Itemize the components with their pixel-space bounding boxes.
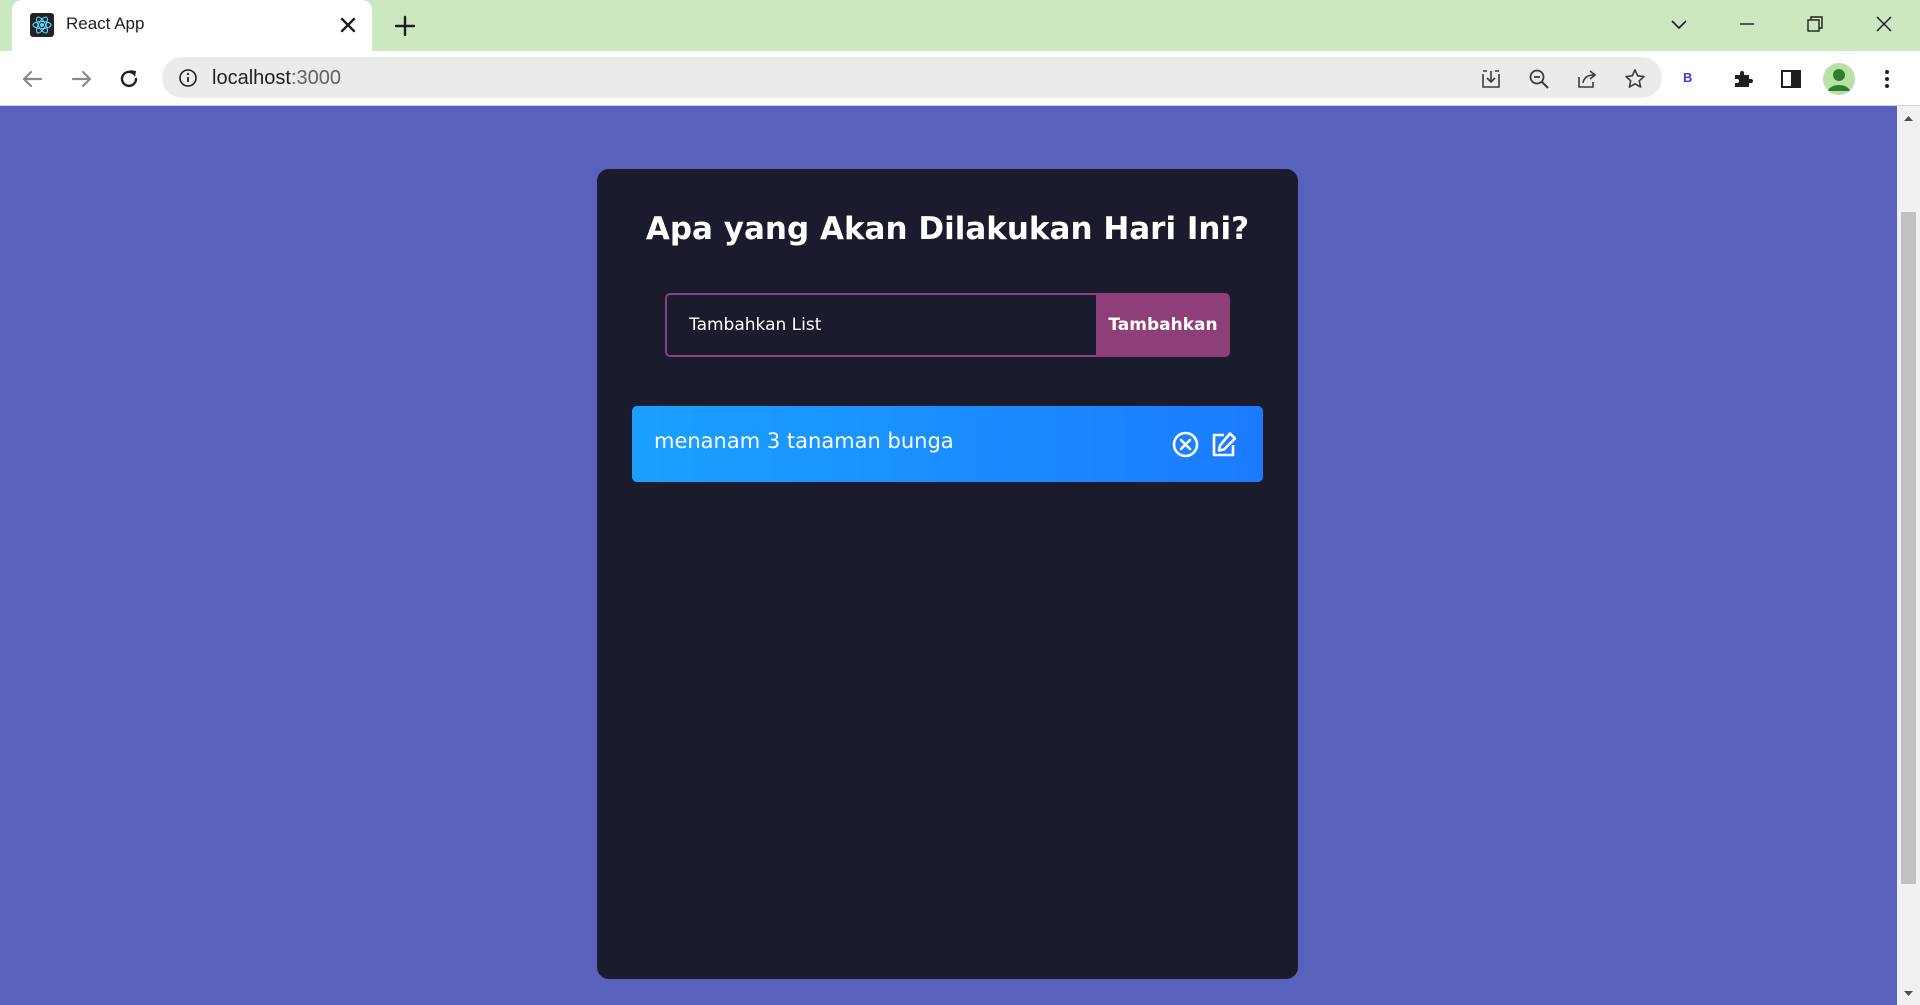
- back-arrow-icon[interactable]: [20, 66, 46, 92]
- url-port: :3000: [290, 67, 341, 89]
- close-tab-icon[interactable]: [338, 15, 358, 35]
- restore-icon[interactable]: [1803, 12, 1827, 36]
- todo-form: Tambahkan: [665, 293, 1230, 357]
- reload-icon[interactable]: [116, 66, 142, 92]
- todo-item: menanam 3 tanaman bunga: [632, 406, 1263, 482]
- minimize-icon[interactable]: [1735, 12, 1759, 36]
- side-panel-icon[interactable]: [1779, 67, 1803, 91]
- new-tab-icon[interactable]: [393, 14, 417, 38]
- forward-arrow-icon[interactable]: [68, 66, 94, 92]
- tab-title: React App: [66, 14, 145, 33]
- share-icon[interactable]: [1575, 67, 1599, 91]
- profile-avatar[interactable]: [1823, 63, 1855, 95]
- browser-toolbar: localhost:3000 B: [0, 51, 1920, 106]
- scroll-up-arrow-icon[interactable]: [1903, 113, 1914, 124]
- browser-tab[interactable]: React App: [12, 0, 372, 51]
- url-host: localhost: [212, 67, 291, 89]
- extension-b-icon[interactable]: B: [1683, 70, 1692, 85]
- edit-todo-icon[interactable]: [1209, 430, 1238, 459]
- todo-input[interactable]: [665, 293, 1096, 357]
- zoom-out-icon[interactable]: [1527, 67, 1551, 91]
- page-viewport: Apa yang Akan Dilakukan Hari Ini? Tambah…: [0, 106, 1897, 1005]
- browser-menu-icon[interactable]: [1875, 67, 1899, 91]
- url-text[interactable]: localhost:3000: [212, 67, 341, 90]
- extensions-puzzle-icon[interactable]: [1731, 67, 1755, 91]
- todo-app-card: Apa yang Akan Dilakukan Hari Ini? Tambah…: [597, 169, 1298, 979]
- bookmark-star-icon[interactable]: [1623, 67, 1647, 91]
- add-todo-button[interactable]: Tambahkan: [1096, 293, 1230, 357]
- page-scrollbar[interactable]: [1897, 106, 1920, 1005]
- page-title: Apa yang Akan Dilakukan Hari Ini?: [645, 211, 1250, 247]
- delete-todo-icon[interactable]: [1171, 430, 1200, 459]
- tab-search-chevron-icon[interactable]: [1667, 12, 1691, 36]
- browser-tab-bar: React App: [0, 0, 1920, 51]
- address-bar[interactable]: localhost:3000: [162, 57, 1662, 98]
- close-window-icon[interactable]: [1872, 12, 1896, 36]
- install-app-icon[interactable]: [1479, 67, 1503, 91]
- site-info-icon[interactable]: [178, 68, 198, 88]
- scroll-thumb[interactable]: [1901, 212, 1916, 884]
- profile-person-icon: [1828, 69, 1850, 91]
- todo-item-text: menanam 3 tanaman bunga: [654, 429, 954, 453]
- scroll-down-arrow-icon[interactable]: [1903, 988, 1914, 999]
- react-logo-icon: [30, 13, 54, 37]
